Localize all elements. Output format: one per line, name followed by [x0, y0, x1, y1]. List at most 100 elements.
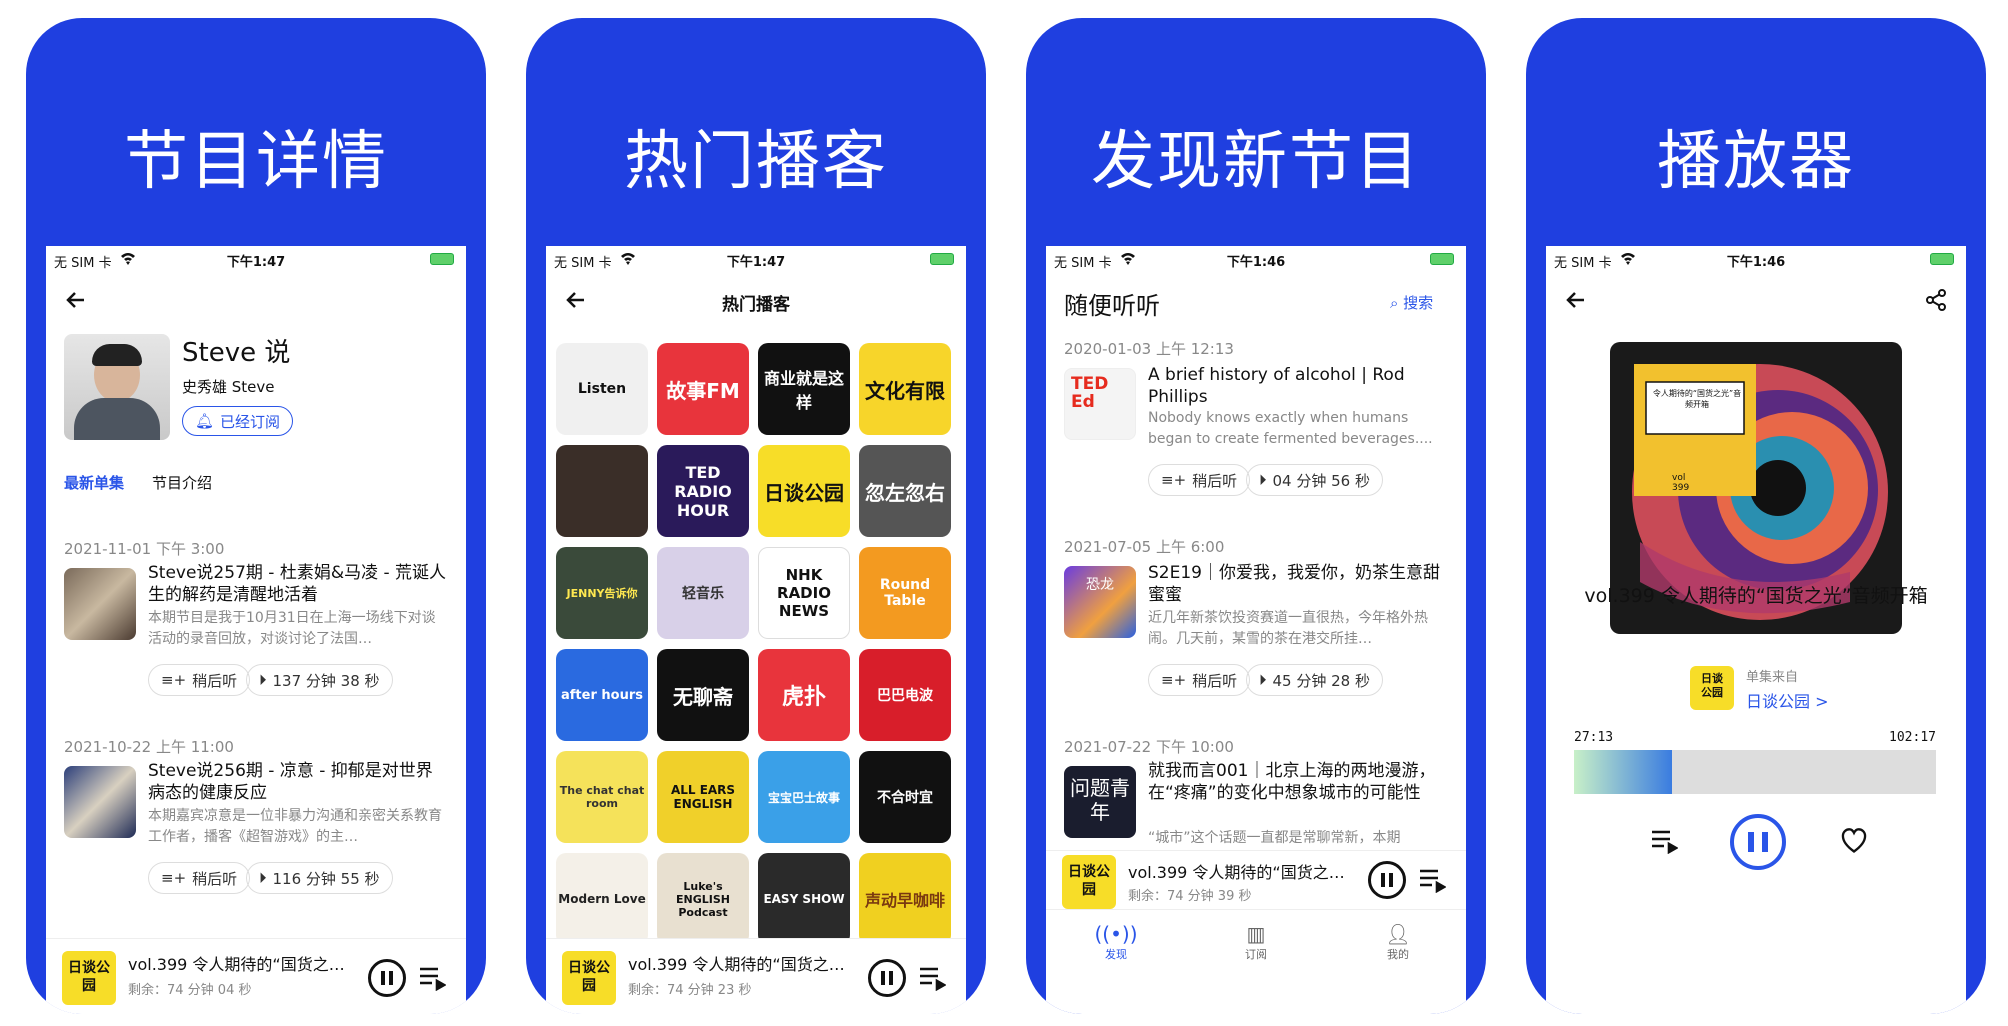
pause-button[interactable] — [1730, 814, 1786, 870]
panel-episode-detail: 节目详情 无 SIM 卡 下午1:47 Steve 说 史秀雄 Steve 🔔︎… — [26, 18, 486, 1014]
show-art[interactable]: 日谈 公园 — [1690, 666, 1734, 710]
bell-icon: 🔔︎ — [195, 412, 215, 430]
battery-icon — [1930, 253, 1954, 265]
heart-icon[interactable] — [1840, 828, 1868, 854]
episode-thumb[interactable]: 恐龙 — [1064, 566, 1136, 638]
podcast-tile[interactable]: Modern Love — [556, 853, 648, 945]
broadcast-icon: ((•)) — [1094, 922, 1138, 946]
tab-discover[interactable]: ((•)) 发现 — [1086, 922, 1146, 962]
podcast-tile[interactable]: 忽左忽右 — [859, 445, 951, 537]
episode-title[interactable]: Steve说256期 - 凉意 - 抑郁是对世界病态的健康反应 — [148, 760, 448, 804]
mini-player[interactable]: 日谈公园 vol.399 令人期待的“国货之… 剩余：74 分钟 23 秒 — [546, 938, 966, 1014]
mini-player-remaining: 剩余：74 分钟 04 秒 — [128, 983, 252, 998]
podcast-tile[interactable]: JENNY告诉你 — [556, 547, 648, 639]
show-link[interactable]: 日谈公园 > — [1746, 688, 1829, 712]
show-cover — [64, 334, 170, 440]
podcast-tile[interactable]: 虎扑 — [758, 649, 850, 741]
mini-player-title: vol.399 令人期待的“国货之… — [1128, 863, 1345, 882]
episode-thumb[interactable] — [64, 766, 136, 838]
podcast-tile[interactable]: 商业就是这样 — [758, 343, 850, 435]
tab-intro[interactable]: 节目介绍 — [152, 472, 212, 493]
phone-screen: 无 SIM 卡 下午1:46 vol 399 令人期待的“国货之光”音频开箱 v… — [1546, 246, 1966, 1014]
episode-desc: 本期嘉宾凉意是一位非暴力沟通和亲密关系教育工作者，播客《超智游戏》的主… — [148, 808, 442, 845]
playlist-icon[interactable] — [418, 965, 446, 991]
mini-player[interactable]: 日谈公园 vol.399 令人期待的“国货之… 剩余：74 分钟 04 秒 — [46, 938, 466, 1014]
mini-player-title: vol.399 令人期待的“国货之… — [128, 955, 345, 974]
mini-player-art: 日谈公园 — [62, 951, 116, 1005]
podcast-tile[interactable]: Luke's ENGLISH Podcast — [657, 853, 749, 945]
tab-latest[interactable]: 最新单集 — [64, 472, 124, 493]
search-button[interactable]: ⌕ 搜索 — [1390, 292, 1433, 313]
play-duration-button[interactable]: ⏵︎ 116 分钟 55 秒 — [246, 862, 393, 894]
episode-desc: 本期节目是我于10月31日在上海一场线下对谈活动的录音回放，对谈讨论了法国… — [148, 610, 436, 647]
play-duration-button[interactable]: ⏵︎ 04 分钟 56 秒 — [1246, 464, 1383, 496]
episode-title[interactable]: S2E19｜你爱我，我爱你，奶茶生意甜蜜蜜 — [1148, 562, 1448, 606]
podcast-tile[interactable]: 不合时宜 — [859, 751, 951, 843]
library-icon: ▥ — [1246, 922, 1266, 946]
panel-title: 节目详情 — [124, 125, 388, 199]
status-time: 下午1:46 — [1726, 255, 1786, 270]
back-arrow-icon[interactable] — [64, 288, 88, 312]
podcast-tile[interactable]: 巴巴电波 — [859, 649, 951, 741]
episode-thumb[interactable] — [64, 568, 136, 640]
podcast-tile[interactable]: 宝宝巴士故事 — [758, 751, 850, 843]
queue-add-icon: ≡+ — [1161, 471, 1187, 489]
tab-me[interactable]: 👤︎ 我的 — [1368, 922, 1428, 962]
status-bar: 无 SIM 卡 下午1:46 — [1046, 246, 1466, 272]
episode-title[interactable]: A brief history of alcohol | Rod Phillip… — [1148, 364, 1448, 408]
episode-title[interactable]: Steve说257期 - 杜素娟&马凌 - 荒诞人生的解药是清醒地活着 — [148, 562, 448, 606]
tab-subscriptions[interactable]: ▥ 订阅 — [1226, 922, 1286, 962]
status-time: 下午1:47 — [726, 255, 786, 270]
playlist-icon[interactable] — [1650, 828, 1678, 854]
subscribed-button[interactable]: 🔔︎ 已经订阅 — [182, 406, 294, 436]
listen-later-button[interactable]: ≡+ 稍后听 — [148, 862, 251, 894]
podcast-tile[interactable]: Round Table — [859, 547, 951, 639]
episode-date: 2020-01-03 上午 12:13 — [1064, 340, 1234, 358]
episode-desc: Nobody knows exactly when humans began t… — [1148, 410, 1433, 447]
episode-date: 2021-07-05 上午 6:00 — [1064, 538, 1225, 556]
listen-later-button[interactable]: ≡+ 稍后听 — [1148, 464, 1251, 496]
podcast-tile[interactable]: after hours — [556, 649, 648, 741]
play-icon: ⏵︎ — [259, 671, 267, 689]
podcast-tile[interactable]: The chat chat room — [556, 751, 648, 843]
podcast-tile[interactable]: 故事FM — [657, 343, 749, 435]
pause-button[interactable] — [868, 959, 906, 997]
playlist-icon[interactable] — [1418, 867, 1446, 893]
episode-desc: 近几年新茶饮投资赛道一直很热，今年格外热闹。几天前，某雪的茶在港交所挂… — [1148, 610, 1428, 647]
play-duration-button[interactable]: ⏵︎ 137 分钟 38 秒 — [246, 664, 393, 696]
phone-screen: 无 SIM 卡 下午1:47 热门播客 Listen 故事FM 商业就是这样 文化有限… — [546, 246, 966, 1014]
episode-thumb[interactable]: 问题青年 — [1064, 766, 1136, 838]
pause-button[interactable] — [1368, 861, 1406, 899]
queue-add-icon: ≡+ — [161, 869, 187, 887]
podcast-tile[interactable] — [556, 445, 648, 537]
listen-later-button[interactable]: ≡+ 稍后听 — [1148, 664, 1251, 696]
battery-icon — [430, 253, 454, 265]
queue-add-icon: ≡+ — [161, 671, 187, 689]
playlist-icon[interactable] — [918, 965, 946, 991]
podcast-tile[interactable]: TED RADIO HOUR — [657, 445, 749, 537]
progress-bar[interactable] — [1574, 750, 1936, 794]
podcast-tile[interactable]: NHK RADIO NEWS — [758, 547, 850, 639]
back-arrow-icon[interactable] — [1564, 288, 1588, 312]
play-duration-button[interactable]: ⏵︎ 45 分钟 28 秒 — [1246, 664, 1383, 696]
podcast-tile[interactable]: 无聊斋 — [657, 649, 749, 741]
episode-title[interactable]: 就我而言001｜北京上海的两地漫游，在“疼痛”的变化中想象城市的可能性 — [1148, 760, 1448, 804]
share-icon[interactable] — [1924, 288, 1948, 312]
status-bar: 无 SIM 卡 下午1:47 — [546, 246, 966, 272]
play-icon: ⏵︎ — [1259, 471, 1267, 489]
mini-player-art: 日谈公园 — [562, 951, 616, 1005]
podcast-tile[interactable]: 声动早咖啡 — [859, 853, 951, 945]
podcast-tile[interactable]: Listen — [556, 343, 648, 435]
page-title: 热门播客 — [722, 295, 790, 315]
podcast-tile[interactable]: EASY SHOW — [758, 853, 850, 945]
podcast-tile[interactable]: 日谈公园 — [758, 445, 850, 537]
mini-player[interactable]: 日谈公园 vol.399 令人期待的“国货之… 剩余：74 分钟 39 秒 — [1046, 850, 1466, 910]
panel-discover: 发现新节目 无 SIM 卡 下午1:46 随便听听 ⌕ 搜索 2020-01-0… — [1026, 18, 1486, 1014]
mini-player-title: vol.399 令人期待的“国货之… — [628, 955, 845, 974]
listen-later-button[interactable]: ≡+ 稍后听 — [148, 664, 251, 696]
podcast-tile[interactable]: ALL EARS ENGLISH — [657, 751, 749, 843]
podcast-tile[interactable]: 文化有限 — [859, 343, 951, 435]
podcast-tile[interactable]: 轻音乐 — [657, 547, 749, 639]
episode-thumb[interactable]: TED Ed — [1064, 368, 1136, 440]
pause-button[interactable] — [368, 959, 406, 997]
